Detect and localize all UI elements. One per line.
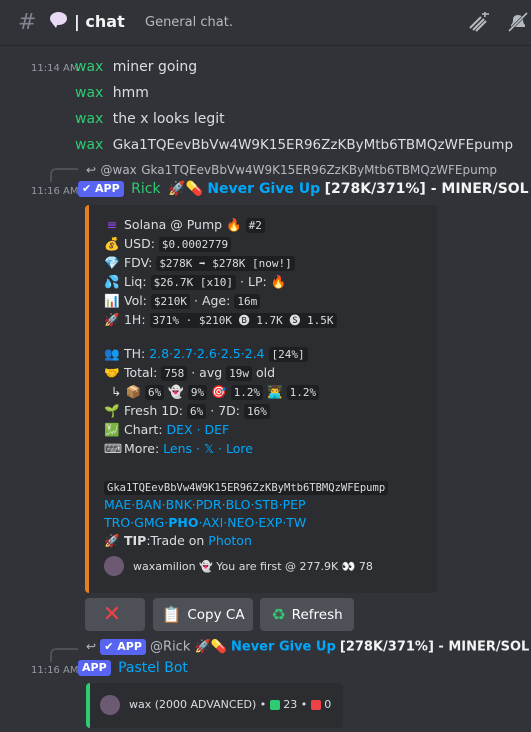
embed-line-fresh: 🌱 Fresh 1D: 6% · 7D: 16% bbox=[104, 403, 270, 419]
chart-links[interactable]: DEX · DEF bbox=[167, 422, 230, 437]
reply-user: @wax bbox=[100, 163, 137, 177]
embed-line-total: 🤝 Total: 758 · avg 19w old bbox=[104, 365, 276, 381]
reply-text: Gka1TQEevBbVw4W9K15ER96ZzKByMtb6TBMQzWFE… bbox=[141, 163, 498, 177]
rocket-icon: 🚀 bbox=[104, 312, 120, 327]
th-links[interactable]: 2.8·2.7·2.6·2.5·2.4 bbox=[149, 346, 264, 361]
app-badge: ✔ APP bbox=[100, 639, 146, 655]
money-bag-icon: 💰 bbox=[104, 236, 120, 251]
timestamp: 11:16 AM bbox=[31, 665, 79, 676]
dex-links-row2[interactable]: TRO·GMG·PHO·AXI·NEO·EXP·TW bbox=[104, 515, 306, 530]
author-name[interactable]: wax bbox=[75, 137, 103, 153]
embed-line-th: 👥 TH: 2.8·2.7·2.6·2.5·2.4 [24%] bbox=[104, 346, 308, 362]
author-name[interactable]: Rick bbox=[131, 181, 160, 197]
bar-chart-icon: 📊 bbox=[104, 293, 120, 308]
timestamp: 11:16 AM bbox=[31, 186, 79, 197]
handshake-icon: 🤝 bbox=[104, 365, 120, 380]
cancel-button[interactable]: ✕ bbox=[85, 598, 145, 631]
rocket-pill-icon: 🚀💊 bbox=[168, 181, 203, 197]
bot-message-header: APP Pastel Bot bbox=[78, 660, 188, 676]
embed-line-chart: 💹 Chart: DEX · DEF bbox=[104, 422, 230, 437]
keyboard-icon: ⌨ bbox=[104, 441, 123, 456]
gem-icon: 💎 bbox=[104, 255, 120, 270]
dex-links-row1[interactable]: MAE·BAN·BNK·PDR·BLO·STB·PEP bbox=[104, 497, 306, 512]
message-line: wax Gka1TQEevBbVw4W9K15ER96ZzKByMtb6TBMQ… bbox=[75, 137, 513, 153]
red-square-icon bbox=[310, 700, 321, 710]
pastel-stats: wax (2000 ADVANCED) • 23 • 0 bbox=[129, 698, 332, 711]
reply-connector bbox=[50, 648, 78, 662]
embed-line-more: ⌨ More: Lens · 𝕏 · Lore bbox=[104, 441, 253, 456]
green-square-icon bbox=[269, 700, 280, 710]
rocket-pill-icon: 🚀💊 bbox=[194, 639, 227, 655]
author-name[interactable]: wax bbox=[75, 85, 103, 101]
embed-line-liq: 💦 Liq: $26.7K [x10] · LP: 🔥 bbox=[104, 274, 287, 290]
solana-icon: ≡ bbox=[106, 217, 118, 232]
dev-icon: 👨‍💻 bbox=[267, 384, 283, 399]
chat-bubble-icon bbox=[50, 12, 67, 28]
title-link[interactable]: Never Give Up bbox=[207, 181, 320, 197]
fire-icon: 🔥 bbox=[270, 274, 287, 289]
embed-footer: waxamilion 👻 You are first @ 277.9K 👀 78 bbox=[133, 560, 373, 573]
message-text: miner going bbox=[112, 59, 198, 75]
title-rest: [278K/371%] - MINER/SOL bbox=[324, 181, 529, 197]
droplets-icon: 💦 bbox=[104, 274, 120, 289]
avatar bbox=[104, 556, 124, 576]
reply-arrow-icon: ↩ bbox=[86, 163, 97, 177]
mute-bell-icon[interactable] bbox=[507, 12, 529, 32]
author-name[interactable]: Pastel Bot bbox=[118, 660, 188, 676]
copy-ca-button[interactable]: 📋 Copy CA bbox=[153, 598, 253, 631]
recycle-icon: ♻ bbox=[271, 605, 286, 624]
message-line: wax miner going bbox=[75, 59, 197, 75]
reply-preview[interactable]: ↩ @wax Gka1TQEevBbVw4W9K15ER96ZzKByMtb6T… bbox=[86, 162, 497, 178]
eyes-icon: 👀 bbox=[341, 560, 356, 573]
reply-arrow-icon: ↩ bbox=[86, 639, 97, 654]
message-text: hmm bbox=[112, 85, 149, 101]
token-embed: ≡ Solana @ Pump 🔥 #2 💰 USD: $0.0002779 💎… bbox=[85, 205, 437, 593]
chart-icon: 💹 bbox=[104, 422, 120, 437]
channel-topic: General chat. bbox=[145, 15, 233, 30]
avatar bbox=[100, 695, 120, 715]
embed-line-fdv: 💎 FDV: $278K ➡ $278K [now!] bbox=[104, 255, 295, 271]
token-address[interactable]: Gka1TQEevBbVw4W9K15ER96ZzKByMtb6TBMQzWFE… bbox=[104, 479, 389, 495]
refresh-button[interactable]: ♻ Refresh bbox=[260, 598, 354, 631]
fire-icon: 🔥 bbox=[226, 217, 242, 232]
ghost-icon: 👻 bbox=[168, 384, 184, 399]
people-icon: 👥 bbox=[104, 346, 120, 361]
embed-line-name: ≡ Solana @ Pump 🔥 #2 bbox=[104, 217, 265, 233]
message-line: wax the x looks legit bbox=[75, 111, 225, 127]
box-icon: 📦 bbox=[125, 384, 142, 399]
embed-line-vol: 📊 Vol: $210K · Age: 16m bbox=[104, 293, 261, 309]
channel-title[interactable]: | chat bbox=[74, 12, 125, 31]
reply-preview[interactable]: ↩ ✔ APP @Rick 🚀💊 Never Give Up [278K/371… bbox=[86, 639, 531, 655]
bot-message-header: ✔ APP Rick 🚀💊 Never Give Up [278K/371%] … bbox=[78, 181, 529, 197]
pastel-embed: wax (2000 ADVANCED) • 23 • 0 bbox=[86, 683, 343, 728]
message-line: wax hmm bbox=[75, 85, 149, 101]
x-icon: ✕ bbox=[102, 602, 122, 627]
more-links[interactable]: Lens · 𝕏 · Lore bbox=[163, 441, 253, 456]
embed-line-tip: 🚀 TIP:Trade on Photon bbox=[104, 533, 252, 548]
seedling-icon: 🌱 bbox=[104, 403, 120, 418]
rocket-icon: 🚀 bbox=[104, 533, 120, 548]
embed-line-1h: 🚀 1H: 371% · $210K 🅑 1.7K 🅢 1.5K bbox=[104, 312, 337, 328]
app-badge: ✔ APP bbox=[78, 181, 124, 197]
timestamp: 11:14 AM bbox=[31, 63, 79, 74]
threads-icon[interactable] bbox=[467, 12, 491, 32]
message-text: Gka1TQEevBbVw4W9K15ER96ZzKByMtb6TBMQzWFE… bbox=[112, 137, 514, 153]
app-badge: APP bbox=[78, 660, 111, 676]
message-text: the x looks legit bbox=[112, 111, 225, 127]
embed-line-holders: ↳ 📦 6% 👻 9% 🎯 1.2% 👨‍💻 1.2% bbox=[111, 384, 320, 400]
photon-link[interactable]: Photon bbox=[208, 533, 252, 548]
embed-line-usd: 💰 USD: $0.0002779 bbox=[104, 236, 232, 252]
channel-hash-icon: # bbox=[18, 10, 37, 35]
channel-header: # | chat General chat. bbox=[0, 0, 531, 46]
sub-arrow-icon: ↳ bbox=[111, 384, 122, 399]
author-name[interactable]: wax bbox=[75, 59, 103, 75]
clipboard-icon: 📋 bbox=[161, 605, 182, 624]
reply-connector bbox=[50, 168, 78, 182]
target-icon: 🎯 bbox=[211, 384, 227, 399]
ghost-icon: 👻 bbox=[199, 560, 213, 573]
author-name[interactable]: wax bbox=[75, 111, 103, 127]
